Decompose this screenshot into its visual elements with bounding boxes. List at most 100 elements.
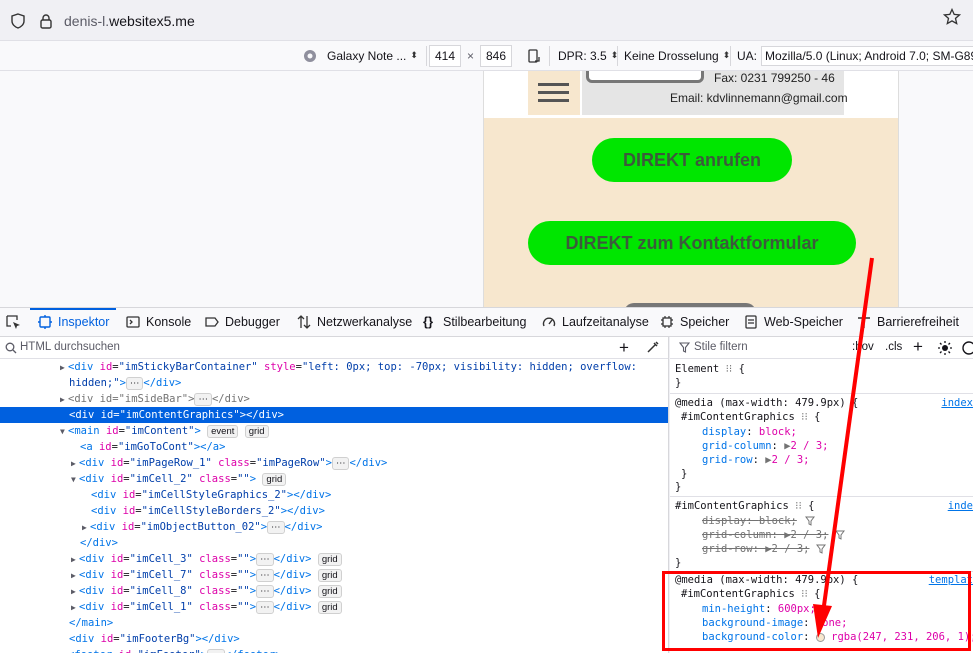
grid-badge[interactable]: grid: [317, 601, 342, 614]
url-text: denis-l.websitex5.me: [64, 13, 195, 29]
throttling-selector[interactable]: Keine Drosselung ⬍: [624, 41, 730, 70]
add-rule-button[interactable]: +: [913, 337, 923, 357]
add-node-button[interactable]: +: [619, 338, 629, 358]
filter-icon[interactable]: [805, 516, 815, 526]
height-input[interactable]: 846: [480, 44, 513, 67]
tree-row[interactable]: ▶ <div id="imCell_7" class=""> ⋯ </div> gri…: [0, 567, 668, 583]
tab-storage[interactable]: Web-Speicher: [744, 308, 843, 336]
grid-badge[interactable]: grid: [317, 585, 342, 598]
rule-close: }: [675, 481, 682, 493]
tab-console[interactable]: Konsole: [126, 308, 191, 336]
element-picker-button[interactable]: [5, 308, 21, 336]
url-domain: websitex5.me: [109, 12, 195, 29]
tab-label: Stilbearbeitung: [443, 315, 527, 329]
tree-row[interactable]: </div>: [0, 535, 668, 551]
header-graphic: [586, 71, 704, 83]
element-rule: Element ⁝⁝ {: [675, 363, 745, 375]
tab-memory[interactable]: Speicher: [660, 308, 729, 336]
accessibility-icon: [858, 317, 870, 328]
annotation-highlight-box: [662, 571, 971, 651]
rule1-selector: #imContentGraphics ⁝⁝ {: [681, 411, 821, 423]
class-toggle[interactable]: .cls: [885, 341, 902, 353]
tab-label: Inspektor: [58, 315, 110, 329]
browser-window: denis-l.websitex5.me Galaxy Note ... ⬍ 4…: [0, 0, 973, 653]
divider: [617, 46, 618, 66]
event-badge[interactable]: event: [207, 425, 239, 438]
rule1-prop[interactable]: grid-row: ▶2 / 3;: [702, 453, 810, 467]
tree-row[interactable]: ▶ <div id="imStickyBarContainer" style="l…: [0, 359, 668, 375]
tree-row[interactable]: ▶ <div id="imCell_1" class=""> ⋯ </div> gri…: [0, 599, 668, 615]
tree-row[interactable]: </main>: [0, 615, 668, 631]
width-input[interactable]: 414: [429, 44, 461, 67]
tree-row[interactable]: ▶<footer id="imFooter">⋯</footer>: [0, 647, 668, 653]
dpr-selector[interactable]: DPR: 3.5 ⬍: [558, 41, 618, 70]
rule-close: }: [675, 557, 682, 569]
call-button[interactable]: DIREKT anrufen: [592, 138, 792, 182]
rotate-icon: [528, 48, 540, 63]
rule2-selector: #imContentGraphics ⁝⁝ {: [675, 500, 815, 512]
rule2-prop-overridden[interactable]: grid-column: ▶2 / 3;: [702, 528, 828, 542]
tab-network[interactable]: Netzwerkanalyse: [297, 308, 412, 336]
lock-icon[interactable]: [38, 13, 54, 29]
tree-row[interactable]: <a id="imGoToCont"></a>: [0, 439, 668, 455]
styles-filter-input[interactable]: Stile filtern: [694, 341, 748, 353]
tab-style-editor[interactable]: {} Stilbearbeitung: [423, 308, 526, 336]
eyedropper-icon[interactable]: [646, 340, 660, 354]
url-prefix: denis-l.: [64, 12, 110, 29]
filter-icon[interactable]: [816, 544, 826, 554]
tab-accessibility[interactable]: Barrierefreiheit: [857, 308, 959, 336]
tree-row[interactable]: <div id="imCellStyleGraphics_2"></div>: [0, 487, 668, 503]
tree-row[interactable]: <div id="imCellStyleBorders_2"></div>: [0, 503, 668, 519]
tree-row[interactable]: hidden;"> ⋯ </div>: [0, 375, 668, 391]
rotate-button[interactable]: [526, 41, 542, 70]
tree-row-selected[interactable]: <div id="imContentGraphics"></div>: [0, 407, 668, 423]
device-globe-icon: [304, 49, 316, 62]
grid-badge[interactable]: grid: [244, 425, 269, 438]
tree-row[interactable]: ▶ <div id="imCell_3" class=""> ⋯ </div> gri…: [0, 551, 668, 567]
grid-badge[interactable]: grid: [317, 553, 342, 566]
user-agent: UA: Mozilla/5.0 (Linux; Android 7.0; SM-…: [737, 41, 973, 70]
tracking-shield-icon[interactable]: [10, 12, 26, 29]
light-theme-icon[interactable]: [938, 341, 952, 355]
device-selector[interactable]: Galaxy Note ... ⬍: [303, 41, 418, 70]
tree-row[interactable]: ▼ <main id="imContent"> event grid: [0, 423, 668, 439]
contact-form-button[interactable]: DIREKT zum Kontaktformular: [528, 221, 856, 265]
tab-debugger[interactable]: Debugger: [205, 308, 280, 336]
ua-input[interactable]: Mozilla/5.0 (Linux; Android 7.0; SM-G892…: [761, 45, 973, 66]
rule2-prop-overridden[interactable]: grid-row: ▶2 / 3;: [702, 542, 809, 556]
dark-theme-icon[interactable]: [962, 341, 973, 355]
tree-row[interactable]: ▼ <div id="imCell_2" class=""> grid: [0, 471, 668, 487]
address-field[interactable]: denis-l.websitex5.me: [2, 4, 966, 37]
email-text: Email: kdvlinnemann@gmail.com: [670, 91, 848, 105]
tree-row[interactable]: <div id="imFooterBg"></div>: [0, 631, 668, 647]
tab-label: Web-Speicher: [764, 315, 843, 329]
rule2-prop-overridden[interactable]: display: block;: [702, 514, 797, 528]
hamburger-menu-icon[interactable]: [528, 71, 580, 115]
tab-inspector[interactable]: Inspektor: [38, 308, 109, 336]
rule1-prop[interactable]: grid-column: ▶2 / 3;: [702, 439, 828, 453]
markup-tree: ▶ <div id="imStickyBarContainer" style="l…: [0, 359, 668, 653]
tree-row[interactable]: ▶ <div id="imSideBar"> ⋯ </div>: [0, 391, 668, 407]
tab-performance[interactable]: Laufzeitanalyse: [542, 308, 649, 336]
fax-text: Fax: 0231 799250 - 46: [714, 71, 835, 85]
grid-badge[interactable]: grid: [317, 569, 342, 582]
styles-filter: Stile filtern :hov .cls +: [670, 337, 973, 359]
tree-row[interactable]: ▶ <div id="imCell_8" class=""> ⋯ </div> gri…: [0, 583, 668, 599]
filter-icon[interactable]: [835, 530, 845, 540]
divider: [549, 46, 550, 66]
html-search-input[interactable]: HTML durchsuchen: [20, 341, 120, 353]
tree-row[interactable]: ▶ <div id="imObjectButton_02"> ⋯ </div>: [0, 519, 668, 535]
tree-row[interactable]: ▶ <div id="imPageRow_1" class="imPageRow"…: [0, 455, 668, 471]
rule2-source-link[interactable]: inde: [948, 499, 973, 513]
hover-toggle[interactable]: :hov: [852, 341, 874, 353]
tab-label: Laufzeitanalyse: [562, 315, 649, 329]
rule1-prop[interactable]: display: block;: [702, 425, 797, 439]
responsive-toolbar: Galaxy Note ... ⬍ 414 × 846 DPR: 3.5 ⬍ K…: [0, 40, 973, 71]
grid-badge[interactable]: grid: [262, 473, 287, 486]
rule1-source-link[interactable]: index: [941, 396, 973, 410]
filter-icon: [679, 342, 690, 353]
element-label: Element: [675, 363, 720, 375]
chevron-updown-icon: ⬍: [410, 50, 418, 60]
site-header: Fax: 0231 799250 - 46 Email: kdvlinneman…: [484, 71, 898, 118]
bookmark-star-icon[interactable]: [943, 8, 961, 26]
